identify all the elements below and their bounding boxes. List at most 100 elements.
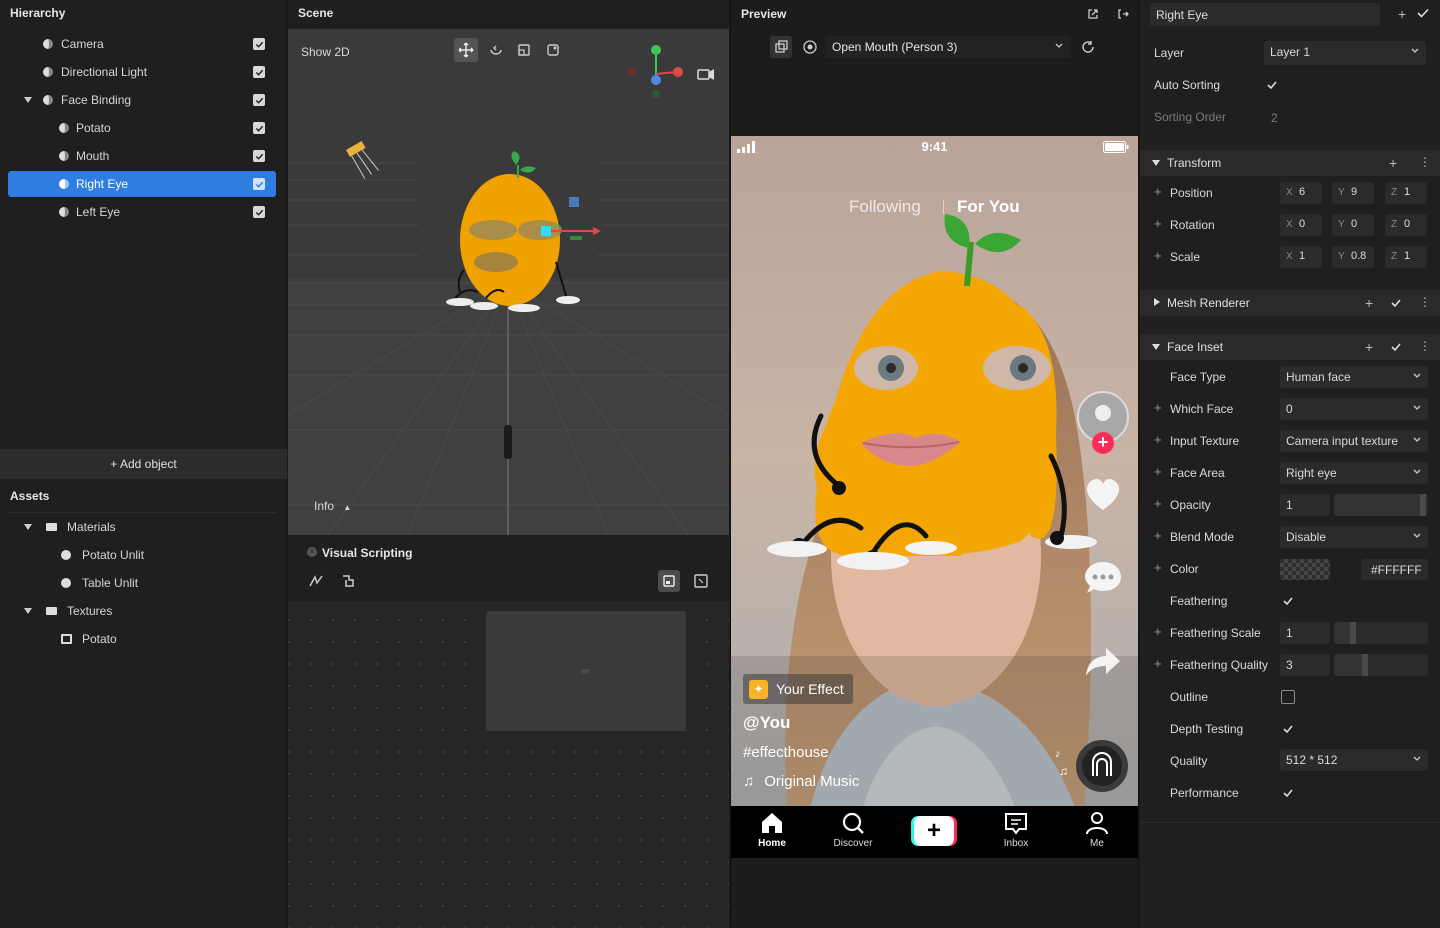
asset-folder-materials[interactable]: Materials xyxy=(8,514,276,540)
expand-arrow-icon[interactable] xyxy=(24,608,32,614)
add-keyframe-icon[interactable]: + xyxy=(1154,184,1162,199)
more-options-icon[interactable]: ⋮ xyxy=(1419,339,1431,353)
face-type-select[interactable]: Human face xyxy=(1280,366,1428,388)
hierarchy-item-camera[interactable]: Camera xyxy=(8,31,276,57)
heart-icon[interactable] xyxy=(1084,476,1122,512)
share-icon[interactable] xyxy=(1084,646,1122,678)
auto-sorting-checkbox[interactable] xyxy=(1265,78,1279,92)
component-enabled-checkbox[interactable] xyxy=(1389,296,1403,310)
position-z-field[interactable]: Z1 xyxy=(1385,182,1427,204)
feathering-checkbox[interactable] xyxy=(1281,594,1295,608)
opacity-input[interactable]: 1 xyxy=(1280,494,1330,516)
asset-folder-textures[interactable]: Textures xyxy=(8,598,276,624)
hierarchy-item-directional-light[interactable]: Directional Light xyxy=(8,59,276,85)
info-toggle[interactable]: Info ▲ xyxy=(314,499,351,513)
rotate-tool-button[interactable] xyxy=(484,38,508,62)
add-component-plus-icon[interactable]: + xyxy=(1398,6,1406,22)
expand-view-button[interactable] xyxy=(690,570,712,592)
export-button[interactable] xyxy=(1117,8,1129,20)
asset-table-unlit[interactable]: Table Unlit xyxy=(8,570,276,596)
position-y-field[interactable]: Y9 xyxy=(1332,182,1374,204)
add-keyframe-icon[interactable]: + xyxy=(1154,432,1162,447)
rect-tool-button[interactable] xyxy=(541,38,565,62)
add-keyframe-icon[interactable]: + xyxy=(1154,624,1162,639)
asset-potato-texture[interactable]: Potato xyxy=(8,626,276,652)
add-keyframe-icon[interactable]: + xyxy=(1154,528,1162,543)
layer-select[interactable]: Layer 1 xyxy=(1264,41,1426,65)
layout-view-button[interactable] xyxy=(658,570,680,592)
collapse-arrow-icon[interactable] xyxy=(1152,344,1160,350)
visibility-checkbox[interactable] xyxy=(253,178,265,190)
opacity-slider[interactable] xyxy=(1334,494,1428,516)
nav-home[interactable]: Home xyxy=(751,811,793,849)
visibility-checkbox[interactable] xyxy=(253,206,265,218)
show-2d-toggle[interactable]: Show 2D xyxy=(301,45,350,59)
depth-testing-checkbox[interactable] xyxy=(1281,722,1295,736)
feathering-scale-handle[interactable] xyxy=(1350,622,1356,644)
mesh-renderer-section-header[interactable]: Mesh Renderer + ⋮ xyxy=(1140,290,1440,316)
more-options-icon[interactable]: ⋮ xyxy=(1419,155,1431,169)
asset-potato-unlit[interactable]: Potato Unlit xyxy=(8,542,276,568)
feathering-quality-input[interactable]: 3 xyxy=(1280,654,1330,676)
visibility-checkbox[interactable] xyxy=(253,150,265,162)
rotation-y-field[interactable]: Y0 xyxy=(1332,214,1374,236)
visibility-checkbox[interactable] xyxy=(253,94,265,106)
face-inset-section-header[interactable]: Face Inset + ⋮ xyxy=(1140,334,1440,360)
add-icon[interactable]: + xyxy=(1365,295,1373,311)
quality-select[interactable]: 512 * 512 xyxy=(1280,749,1428,771)
add-icon[interactable]: + xyxy=(1389,155,1397,171)
comment-icon[interactable] xyxy=(1084,560,1122,596)
add-keyframe-icon[interactable]: + xyxy=(1154,656,1162,671)
blend-mode-select[interactable]: Disable xyxy=(1280,526,1428,548)
feathering-scale-input[interactable]: 1 xyxy=(1280,622,1330,644)
feathering-quality-slider[interactable] xyxy=(1334,654,1428,676)
hierarchy-item-left-eye[interactable]: Left Eye xyxy=(8,199,276,225)
collapse-arrow-icon[interactable] xyxy=(1152,160,1160,166)
feathering-scale-slider[interactable] xyxy=(1334,622,1428,644)
feathering-quality-handle[interactable] xyxy=(1362,654,1368,676)
more-options-icon[interactable]: ⋮ xyxy=(1419,295,1431,309)
add-keyframe-icon[interactable]: + xyxy=(1154,496,1162,511)
graph-tool-button[interactable] xyxy=(308,573,324,589)
add-object-button[interactable]: + Add object xyxy=(0,449,287,479)
node-tool-button[interactable] xyxy=(340,573,356,589)
expand-arrow-icon[interactable] xyxy=(1154,298,1160,306)
scene-canvas[interactable] xyxy=(288,0,729,535)
nav-discover[interactable]: Discover xyxy=(830,811,876,849)
which-face-select[interactable]: 0 xyxy=(1280,398,1428,420)
hierarchy-item-right-eye[interactable]: Right Eye xyxy=(8,171,276,197)
nav-inbox[interactable]: Inbox xyxy=(995,811,1037,849)
expand-arrow-icon[interactable] xyxy=(24,97,32,103)
scale-z-field[interactable]: Z1 xyxy=(1385,246,1427,268)
rotation-x-field[interactable]: X0 xyxy=(1280,214,1322,236)
outline-checkbox[interactable] xyxy=(1281,690,1295,704)
face-area-select[interactable]: Right eye xyxy=(1280,462,1428,484)
close-icon[interactable]: × xyxy=(307,547,317,557)
add-keyframe-icon[interactable]: + xyxy=(1154,560,1162,575)
object-name-input[interactable]: Right Eye xyxy=(1150,3,1380,26)
add-keyframe-icon[interactable]: + xyxy=(1154,216,1162,231)
hierarchy-item-potato[interactable]: Potato xyxy=(8,115,276,141)
add-keyframe-icon[interactable]: + xyxy=(1154,464,1162,479)
visibility-checkbox[interactable] xyxy=(253,122,265,134)
position-x-field[interactable]: X6 xyxy=(1280,182,1322,204)
script-node-placeholder[interactable] xyxy=(486,611,686,731)
camera-switch-button[interactable] xyxy=(770,36,792,58)
object-enabled-checkbox[interactable] xyxy=(1415,5,1431,21)
visibility-checkbox[interactable] xyxy=(253,38,265,50)
create-button[interactable]: + xyxy=(911,816,957,846)
color-hex-input[interactable]: #FFFFFF xyxy=(1361,559,1428,580)
hierarchy-item-face-binding[interactable]: Face Binding xyxy=(8,87,276,113)
scene-viewport[interactable]: Scene Show 2D Info ▲ xyxy=(288,0,729,535)
trigger-select[interactable]: Open Mouth (Person 3) xyxy=(825,36,1071,58)
effect-badge[interactable]: ✦ Your Effect xyxy=(743,674,853,704)
sorting-order-value[interactable]: 2 xyxy=(1271,111,1278,125)
add-keyframe-icon[interactable]: + xyxy=(1154,248,1162,263)
add-icon[interactable]: + xyxy=(1365,339,1373,355)
record-button[interactable] xyxy=(803,40,817,54)
tab-following[interactable]: Following xyxy=(849,197,921,217)
scale-x-field[interactable]: X1 xyxy=(1280,246,1322,268)
input-texture-select[interactable]: Camera input texture xyxy=(1280,430,1428,452)
rotation-z-field[interactable]: Z0 xyxy=(1385,214,1427,236)
expand-arrow-icon[interactable] xyxy=(24,524,32,530)
